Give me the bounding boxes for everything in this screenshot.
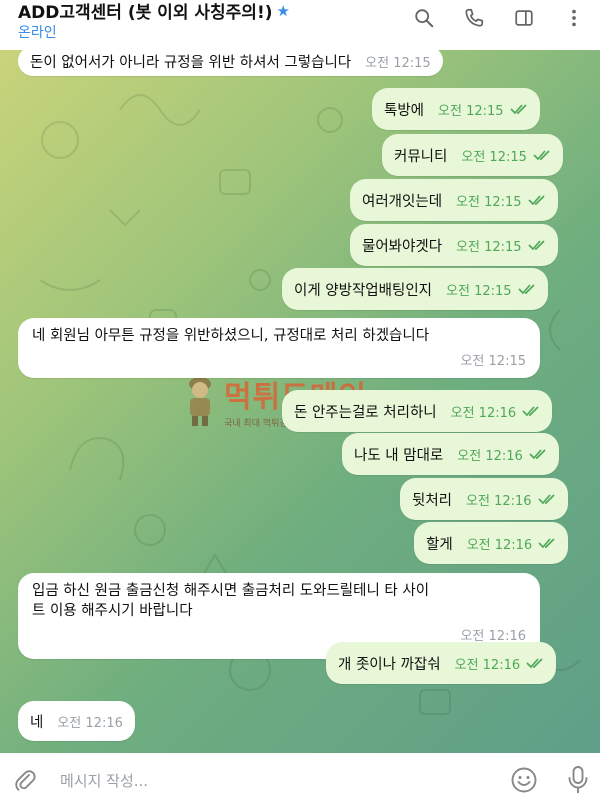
message-text: 이게 양방작업배팅인지	[294, 282, 433, 299]
online-status: 온라인	[18, 25, 57, 41]
double-check-icon	[529, 449, 546, 460]
message-time: 오전 12:16	[57, 715, 123, 731]
message-text: 나도 내 맘대로	[354, 447, 444, 464]
message-time: 오전 12:15	[446, 283, 512, 299]
message-meta: 오전 12:15	[365, 52, 431, 71]
message-time: 오전 12:16	[454, 657, 521, 673]
message-text: 돈이 없어서가 아니라 규정을 위반 하셔서 그렇습니다	[30, 54, 352, 71]
message-meta: 오전 12:15	[438, 100, 528, 119]
message-outgoing[interactable]: 여러개잇는데 오전 12:15	[350, 179, 558, 221]
message-outgoing[interactable]: 커뮤니티 오전 12:15	[382, 134, 563, 176]
double-check-icon	[537, 494, 555, 505]
message-text: 입금 하신 원금 출금신청 해주시면 출금처리 도와드릴테니 타 사이트 이용 …	[32, 583, 430, 619]
more-vertical-icon[interactable]	[562, 6, 586, 30]
double-check-icon	[526, 658, 543, 669]
message-text: 네 회원님 아무튼 규정을 위반하셨으니, 규정대로 처리 하겠습니다	[32, 328, 430, 344]
message-meta: 오전 12:16	[57, 712, 123, 731]
message-incoming[interactable]: 돈이 없어서가 아니라 규정을 위반 하셔서 그렇습니다 오전 12:15	[18, 50, 443, 76]
chat-messages-area[interactable]: 먹튀도메인 국내 최대 먹튀검증 커뮤니티 먹튀도메인 돈이 없어서가 아니라 …	[0, 50, 600, 753]
double-check-icon	[509, 104, 527, 115]
message-time: 오전 12:16	[466, 493, 532, 509]
message-input-bar: 메시지 작성...	[0, 753, 600, 808]
message-outgoing[interactable]: 물어봐야겟다 오전 12:15	[350, 224, 558, 266]
double-check-icon	[527, 195, 545, 206]
message-text: 네	[30, 714, 44, 731]
attach-paperclip-icon[interactable]	[12, 767, 38, 793]
message-outgoing[interactable]: 개 좃이나 까잡숴 오전 12:16	[326, 642, 557, 684]
message-time: 오전 12:15	[460, 354, 526, 369]
phone-icon[interactable]	[462, 6, 486, 30]
header-actions	[412, 6, 586, 30]
message-text: 개 좃이나 까잡숴	[338, 656, 441, 673]
message-outgoing[interactable]: 나도 내 맘대로 오전 12:16	[342, 433, 559, 475]
message-text: 커뮤니티	[394, 148, 448, 165]
message-outgoing[interactable]: 뒷처리 오전 12:16	[400, 478, 568, 520]
message-text: 돈 안주는걸로 처리하니	[294, 404, 437, 421]
message-text: 물어봐야겟다	[362, 238, 443, 255]
message-text: 할게	[426, 536, 453, 553]
message-outgoing[interactable]: 돈 안주는걸로 처리하니 오전 12:16	[282, 390, 553, 432]
sidebar-panel-icon[interactable]	[512, 6, 536, 30]
message-meta: 오전 12:15	[461, 146, 551, 165]
message-meta: 오전 12:16	[451, 402, 541, 421]
message-outgoing[interactable]: 할게 오전 12:16	[414, 522, 569, 564]
message-text: 톡방에	[384, 102, 425, 119]
message-meta: 오전 12:15	[446, 280, 536, 299]
double-check-icon	[533, 150, 550, 161]
message-meta: 오전 12:16	[457, 445, 547, 464]
double-check-icon	[527, 240, 545, 251]
chat-title[interactable]: ADD고객센터 (봇 이외 사칭주의!)	[18, 0, 272, 23]
message-time: 오전 12:15	[438, 103, 504, 119]
chat-title-row[interactable]: ADD고객센터 (봇 이외 사칭주의!) ★	[18, 0, 290, 24]
message-meta: 오전 12:15	[456, 236, 546, 255]
message-incoming[interactable]: 네 회원님 아무튼 규정을 위반하셨으니, 규정대로 처리 하겠습니다 오전 1…	[18, 318, 540, 378]
emoji-icon[interactable]	[510, 766, 538, 794]
message-time: 오전 12:16	[466, 537, 533, 553]
chat-header: ADD고객센터 (봇 이외 사칭주의!) ★ 온라인	[0, 0, 600, 50]
message-text: 뒷처리	[412, 492, 453, 509]
message-meta: 오전 12:16	[467, 534, 557, 553]
double-check-icon	[517, 284, 535, 295]
message-time: 오전 12:15	[365, 55, 431, 71]
message-outgoing[interactable]: 이게 양방작업배팅인지 오전 12:15	[282, 268, 548, 310]
double-check-icon	[538, 538, 555, 549]
verified-star-icon: ★	[276, 1, 290, 20]
message-time: 오전 12:15	[461, 149, 527, 165]
message-meta: 오전 12:15	[456, 191, 546, 210]
message-meta: 오전 12:15	[460, 350, 526, 369]
soldier-mascot-icon	[189, 376, 211, 426]
search-icon[interactable]	[412, 6, 436, 30]
message-time: 오전 12:16	[450, 405, 517, 421]
message-time: 오전 12:15	[456, 194, 522, 210]
message-incoming[interactable]: 네 오전 12:16	[18, 701, 135, 741]
message-text: 여러개잇는데	[362, 193, 443, 210]
message-outgoing[interactable]: 톡방에 오전 12:15	[372, 88, 540, 130]
message-time: 오전 12:16	[457, 448, 523, 464]
message-input[interactable]: 메시지 작성...	[60, 770, 148, 791]
double-check-icon	[522, 406, 539, 417]
message-meta: 오전 12:16	[466, 490, 556, 509]
message-meta: 오전 12:16	[455, 654, 545, 673]
microphone-icon[interactable]	[566, 765, 590, 795]
message-time: 오전 12:15	[456, 239, 522, 255]
